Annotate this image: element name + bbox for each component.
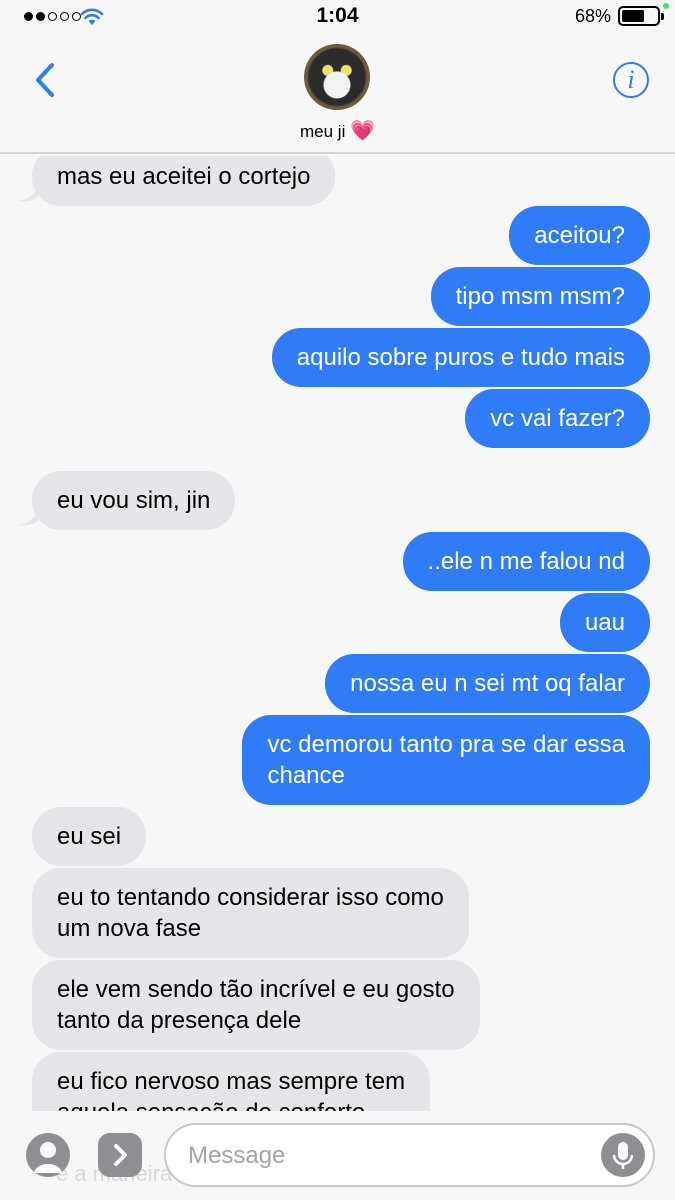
info-icon[interactable]: i xyxy=(613,62,649,98)
message-bubble-outgoing[interactable]: vc vai fazer? xyxy=(465,389,650,448)
back-chevron-icon[interactable] xyxy=(30,60,60,100)
battery-fill xyxy=(622,10,644,22)
contact-name-text: meu ji xyxy=(300,122,346,141)
message-bubble-outgoing[interactable]: aceitou? xyxy=(509,206,650,265)
message-bubble-incoming[interactable]: eu vou sim, jin xyxy=(32,471,236,530)
message-bubble-incoming[interactable]: mas eu aceitei o cortejo xyxy=(32,156,336,206)
message-bubble-incoming[interactable]: ele vem sendo tão incrível e eu gosto ta… xyxy=(32,960,480,1050)
expand-apps-chevron-icon[interactable] xyxy=(98,1133,142,1177)
charging-indicator xyxy=(663,3,669,9)
message-bubble-outgoing[interactable]: tipo msm msm? xyxy=(430,267,650,326)
microphone-icon[interactable] xyxy=(601,1133,645,1177)
message-bubble-incoming[interactable]: eu to tentando considerar isso como um n… xyxy=(32,868,469,958)
message-input-field[interactable] xyxy=(164,1123,655,1187)
contact-name[interactable]: meu ji 💗 xyxy=(0,118,675,143)
message-bubble-outgoing[interactable]: ..ele n me falou nd xyxy=(402,532,650,591)
battery-percent: 68% xyxy=(574,6,611,26)
message-composer: e a maneira que ele xyxy=(0,1111,675,1200)
heart-emoji: 💗 xyxy=(350,120,375,142)
status-bar: 1:04 68% xyxy=(0,0,675,34)
status-time: 1:04 xyxy=(316,4,359,27)
message-thread[interactable]: mas eu aceitei o cortejo aceitou? tipo m… xyxy=(0,156,675,1111)
conversation-header: meu ji 💗 i xyxy=(0,34,675,154)
battery-icon xyxy=(618,6,664,26)
message-bubble-outgoing[interactable]: aquilo sobre puros e tudo mais xyxy=(271,328,650,387)
message-bubble-incoming[interactable]: eu sei xyxy=(32,807,147,866)
message-bubble-incoming[interactable]: eu fico nervoso mas sempre tem aquela se… xyxy=(32,1052,431,1111)
message-input[interactable] xyxy=(188,1137,588,1175)
contact-avatar[interactable] xyxy=(304,44,370,110)
message-bubble-outgoing[interactable]: uau xyxy=(559,593,650,652)
message-bubble-outgoing[interactable]: vc demorou tanto pra se dar essa chance xyxy=(242,715,650,805)
message-bubble-outgoing[interactable]: nossa eu n sei mt oq falar xyxy=(325,654,650,713)
camera-avatar-icon[interactable] xyxy=(26,1133,70,1177)
